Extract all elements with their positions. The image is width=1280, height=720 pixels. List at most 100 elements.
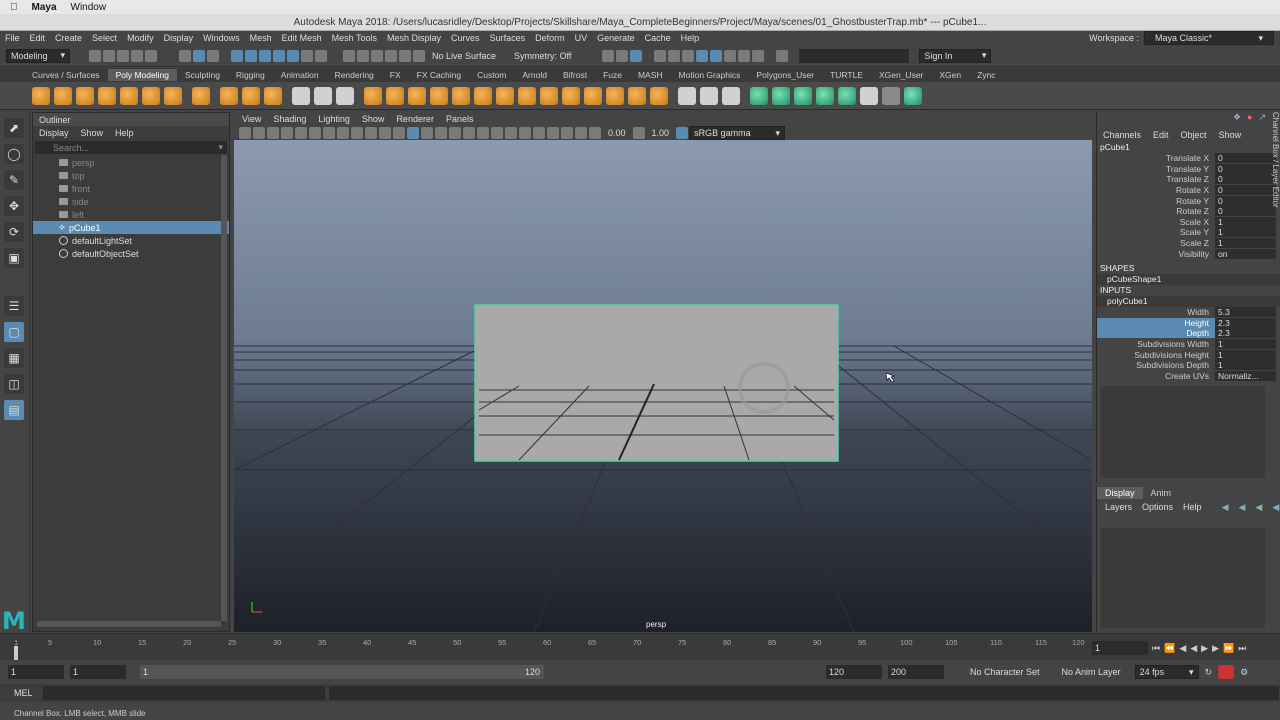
- attr-value[interactable]: Normaliz...: [1215, 370, 1276, 381]
- channelbox-menu-channels[interactable]: Channels: [1103, 130, 1141, 140]
- shelf-tab-motion-graphics[interactable]: Motion Graphics: [671, 69, 749, 81]
- attr-subdivisions-depth[interactable]: Subdivisions Depth 1: [1097, 360, 1280, 371]
- attr-value[interactable]: 5.3: [1215, 307, 1276, 318]
- menu-deform[interactable]: Deform: [530, 33, 570, 43]
- circularize-icon[interactable]: [584, 86, 602, 105]
- motion-blur-icon[interactable]: [491, 127, 503, 139]
- chevron-down-icon[interactable]: ▾: [218, 142, 223, 153]
- menu-cache[interactable]: Cache: [640, 33, 676, 43]
- attr-rotate-y[interactable]: Rotate Y 0: [1097, 195, 1280, 206]
- menu-display[interactable]: Display: [159, 33, 199, 43]
- safe-action-icon[interactable]: [365, 127, 377, 139]
- mask-icon[interactable]: [259, 49, 271, 62]
- attr-translate-y[interactable]: Translate Y 0: [1097, 163, 1280, 175]
- snap-point-icon[interactable]: [371, 49, 383, 62]
- render-icon[interactable]: [710, 49, 723, 62]
- render-icon[interactable]: [738, 49, 751, 62]
- attr-height[interactable]: Height 2.3: [1097, 317, 1280, 329]
- mask-icon[interactable]: [273, 49, 285, 62]
- pause-icon[interactable]: [752, 49, 765, 62]
- attr-value[interactable]: 0: [1215, 153, 1276, 164]
- workspace-dropdown[interactable]: Maya Classic* ▾: [1144, 31, 1274, 45]
- attr-rotate-z[interactable]: Rotate Z 0: [1097, 206, 1280, 217]
- shelf-tab-turtle[interactable]: TURTLE: [822, 69, 871, 81]
- snap-grid-icon[interactable]: [343, 49, 355, 62]
- fill-hole-icon[interactable]: [452, 86, 470, 105]
- layer-menu-options[interactable]: Options: [1142, 502, 1173, 512]
- outliner-scrollbar[interactable]: [221, 155, 227, 621]
- wedge-icon[interactable]: [562, 86, 580, 105]
- channelbox-menu-object[interactable]: Object: [1181, 130, 1207, 140]
- poly-cone-icon[interactable]: [98, 86, 116, 105]
- channelbox-pin-icon[interactable]: ❖: [1233, 112, 1241, 123]
- single-pane-layout-icon[interactable]: ▢: [4, 322, 24, 342]
- step-back-key-icon[interactable]: ⏪: [1164, 643, 1175, 654]
- svg-icon[interactable]: [264, 86, 282, 105]
- merge-icon[interactable]: [628, 86, 646, 105]
- four-pane-layout-icon[interactable]: ▦: [4, 348, 24, 368]
- lock-icon[interactable]: [301, 49, 313, 62]
- shelf-tab-mash[interactable]: MASH: [630, 69, 671, 81]
- film-gate-icon[interactable]: [309, 127, 321, 139]
- xray-joints-icon[interactable]: [561, 127, 573, 139]
- outliner-search-input[interactable]: Search... ▾: [35, 141, 227, 154]
- step-forward-frame-icon[interactable]: ▶: [1212, 643, 1219, 654]
- select-object-icon[interactable]: [193, 49, 205, 62]
- shelf-tab-fx[interactable]: FX: [382, 69, 409, 81]
- render-icon[interactable]: [668, 49, 681, 62]
- menu-mesh-display[interactable]: Mesh Display: [382, 33, 446, 43]
- character-set-dropdown[interactable]: No Character Set: [970, 667, 1040, 677]
- outliner-item-side[interactable]: side: [33, 195, 229, 208]
- snap-surface-icon[interactable]: [399, 49, 411, 62]
- uv-spherical-icon[interactable]: [794, 86, 812, 105]
- menu-edit-mesh[interactable]: Edit Mesh: [277, 33, 327, 43]
- poly-cylinder-icon[interactable]: [76, 86, 94, 105]
- channelbox-menu-show[interactable]: Show: [1219, 130, 1242, 140]
- anim-layer-dropdown[interactable]: No Anim Layer: [1062, 667, 1121, 677]
- open-scene-icon[interactable]: [103, 49, 115, 62]
- select-hierarchy-icon[interactable]: [179, 49, 191, 62]
- image-plane-icon[interactable]: [281, 127, 293, 139]
- uv-cylindrical-icon[interactable]: [772, 86, 790, 105]
- attr-rotate-x[interactable]: Rotate X 0: [1097, 185, 1280, 196]
- snap-curve-icon[interactable]: [357, 49, 369, 62]
- viewport-menu-panels[interactable]: Panels: [446, 114, 474, 124]
- antialias-icon[interactable]: [505, 127, 517, 139]
- menu-modify[interactable]: Modify: [122, 33, 159, 43]
- exposure-value[interactable]: 0.00: [602, 128, 632, 138]
- menu-uv[interactable]: UV: [570, 33, 593, 43]
- menu-create[interactable]: Create: [50, 33, 87, 43]
- poly-platonic-icon[interactable]: [192, 86, 210, 105]
- shelf-tab-zync[interactable]: Zync: [969, 69, 1003, 81]
- xray-components-icon[interactable]: [575, 127, 587, 139]
- scale-tool-icon[interactable]: ▣: [4, 248, 24, 268]
- select-component-icon[interactable]: [207, 49, 219, 62]
- poly-disc-icon[interactable]: [164, 86, 182, 105]
- menu-generate[interactable]: Generate: [592, 33, 640, 43]
- grid-icon[interactable]: [295, 127, 307, 139]
- play-forward-icon[interactable]: ▶: [1201, 643, 1208, 654]
- resolution-gate-icon[interactable]: [323, 127, 335, 139]
- shelf-tab-polygons-user[interactable]: Polygons_User: [748, 69, 822, 81]
- snap-view-icon[interactable]: [385, 49, 397, 62]
- symmetry-label[interactable]: Symmetry: Off: [514, 51, 571, 61]
- default-material-icon[interactable]: [421, 127, 433, 139]
- outliner-item-left[interactable]: left: [33, 208, 229, 221]
- shape-node-name[interactable]: pCubeShape1: [1097, 273, 1280, 285]
- lasso-tool-icon[interactable]: ◯: [4, 144, 24, 164]
- poly-cube-icon[interactable]: [54, 86, 72, 105]
- triangulate-icon[interactable]: [650, 86, 668, 105]
- gamma-value[interactable]: 1.00: [646, 128, 676, 138]
- layer-menu-layers[interactable]: Layers: [1105, 502, 1132, 512]
- menu-mesh[interactable]: Mesh: [245, 33, 277, 43]
- input-field-icon[interactable]: [776, 49, 789, 62]
- channelbox-menu-edit[interactable]: Edit: [1153, 130, 1169, 140]
- uv-editor-icon[interactable]: [838, 86, 856, 105]
- isolate-icon[interactable]: [533, 127, 545, 139]
- boolean-icon[interactable]: [364, 86, 382, 105]
- attr-create-uvs[interactable]: Create UVs Normaliz...: [1097, 370, 1280, 382]
- extract-icon[interactable]: [496, 86, 514, 105]
- input-node-name[interactable]: polyCube1: [1097, 295, 1280, 307]
- bridge-icon[interactable]: [408, 86, 426, 105]
- sweep-mesh-icon[interactable]: [220, 86, 238, 105]
